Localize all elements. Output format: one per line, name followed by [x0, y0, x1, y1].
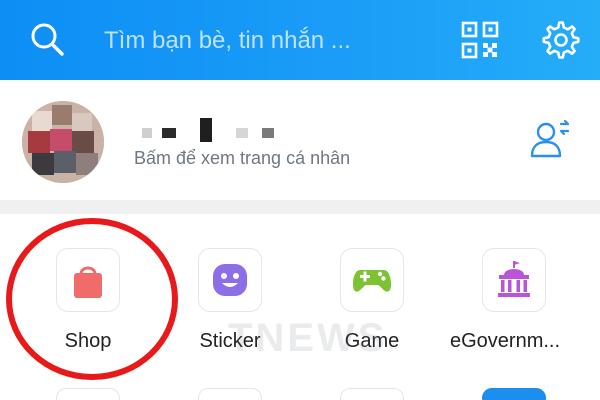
watermark: TNEWS	[228, 316, 388, 360]
utility-tile-partial[interactable]	[482, 388, 546, 400]
gamepad-icon	[352, 270, 392, 292]
switch-account-icon[interactable]	[528, 118, 574, 160]
search-input[interactable]: Tìm bạn bè, tin nhắn ...	[104, 24, 351, 58]
utility-icon-box	[340, 248, 404, 312]
smiley-icon	[213, 264, 247, 296]
avatar[interactable]	[22, 101, 104, 183]
utility-icon-box	[482, 248, 546, 312]
top-bar: Tìm bạn bè, tin nhắn ...	[0, 0, 600, 80]
utility-icon-box	[198, 248, 262, 312]
government-building-icon	[498, 261, 530, 297]
utility-label: eGovernm...	[450, 330, 561, 352]
section-divider	[0, 200, 600, 214]
utility-tile-partial[interactable]	[56, 388, 120, 400]
utility-egovernment[interactable]: eGovernm...	[450, 214, 574, 352]
profile-row[interactable]: Bấm để xem trang cá nhân	[0, 80, 600, 200]
profile-subtitle: Bấm để xem trang cá nhân	[134, 148, 351, 168]
gear-icon[interactable]	[541, 20, 581, 60]
search-icon[interactable]	[28, 20, 66, 58]
utility-tile-partial[interactable]	[198, 388, 262, 400]
highlight-circle	[6, 218, 178, 380]
profile-name-blurred	[134, 118, 284, 144]
qr-code-icon[interactable]	[461, 21, 499, 59]
utility-tile-partial[interactable]	[340, 388, 404, 400]
